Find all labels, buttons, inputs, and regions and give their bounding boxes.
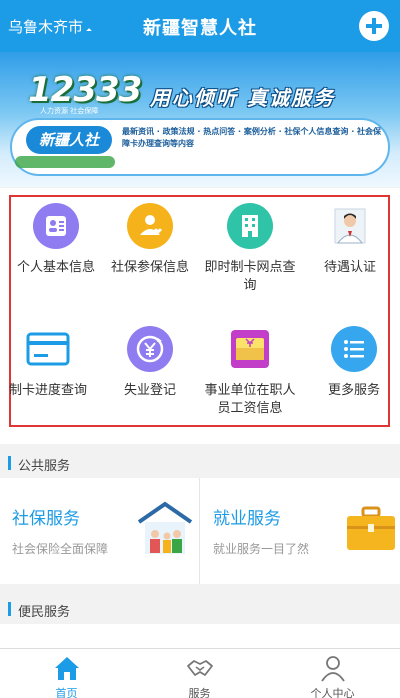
grid-label-insurance-info: 社保参保信息: [110, 260, 189, 275]
grid-item-more-services[interactable]: 更多服务: [304, 326, 400, 400]
grid-item-benefit-auth[interactable]: 待遇认证: [300, 203, 400, 277]
service-name-social: 社保服务: [12, 509, 80, 529]
hotline-logo: 12333 人力资源 社会保障: [28, 70, 142, 115]
building-icon: [227, 203, 273, 249]
service-subtitle-social: 社会保险全面保障: [12, 542, 109, 556]
grid-item-salary-info[interactable]: 事业单位在职人员工资信息: [200, 326, 300, 418]
tab-personal-center[interactable]: 个人中心: [266, 649, 400, 698]
user-icon: [321, 656, 345, 682]
handshake-icon: [186, 660, 213, 676]
convenience-list: [0, 624, 400, 650]
grid-label-card-progress: 制卡进度查询: [8, 383, 87, 398]
convenience-services-header: 便民服务: [0, 594, 400, 624]
service-name-employment: 就业服务: [213, 509, 281, 529]
social-insurance-card[interactable]: 社保服务 社会保险全面保障: [0, 478, 199, 584]
tab-label-personal-center: 个人中心: [310, 687, 355, 698]
service-divider: [199, 478, 200, 584]
grid-label-more-services: 更多服务: [327, 383, 380, 398]
grid-item-card-outlets[interactable]: 即时制卡网点查询: [200, 203, 300, 295]
hotline-number: 12333: [28, 70, 142, 110]
banner-swoosh: [15, 156, 115, 168]
briefcase-icon: [347, 506, 395, 550]
home-icon: [54, 657, 79, 680]
yuan-refresh-icon: [127, 326, 173, 372]
page-title: 新疆智慧人社: [143, 18, 257, 39]
employment-card[interactable]: 就业服务 就业服务一目了然: [201, 478, 400, 584]
section-accent-bar: [8, 456, 11, 470]
section-title-public: 公共服务: [18, 459, 71, 474]
section-title-convenience: 便民服务: [18, 605, 71, 620]
face-photo-icon: [327, 203, 373, 249]
grid-item-unemployment[interactable]: 失业登记: [100, 326, 200, 400]
plus-circle-icon[interactable]: [359, 11, 389, 41]
grid-label-benefit-auth: 待遇认证: [323, 260, 376, 275]
grid-label-card-outlets: 即时制卡网点查询: [204, 260, 296, 293]
tab-label-services: 服务: [188, 687, 211, 698]
service-cards: 社保服务 社会保险全面保障 就业服务 就业服务一目了然: [0, 478, 400, 584]
public-services-header: 公共服务: [0, 448, 400, 478]
tab-services[interactable]: 服务: [133, 649, 266, 698]
banner-description: 最新资讯 · 政策法规 · 热点问答 · 案例分析 · 社保个人信息查询 · 社…: [122, 127, 382, 148]
grid-item-personal-info[interactable]: 个人基本信息: [6, 203, 106, 277]
section-accent-bar: [8, 602, 11, 616]
grid-label-personal-info: 个人基本信息: [16, 260, 95, 275]
grid-label-unemployment: 失业登记: [123, 383, 176, 398]
person-heart-icon: [127, 203, 173, 249]
banner-brand: 新疆人社: [26, 126, 112, 154]
card-icon: [25, 326, 71, 372]
id-card-icon: [33, 203, 79, 249]
grid-item-insurance-info[interactable]: 社保参保信息: [100, 203, 200, 277]
hotline-subtitle: 人力资源 社会保障: [40, 107, 99, 115]
grid-label-salary-info: 事业单位在职人员工资信息: [204, 383, 296, 416]
tab-label-home: 首页: [55, 687, 78, 698]
service-subtitle-employment: 就业服务一目了然: [213, 542, 310, 556]
family-house-icon: [137, 501, 193, 554]
wallet-icon: [227, 326, 273, 372]
promo-banner[interactable]: 12333 人力资源 社会保障 用心倾听 真诚服务 新疆人社 最新资讯 · 政策…: [0, 52, 400, 187]
banner-slogan: 用心倾听 真诚服务: [150, 86, 335, 110]
tab-home[interactable]: 首页: [0, 649, 133, 698]
top-bar: 乌鲁木齐市 新疆智慧人社: [0, 0, 400, 52]
grid-item-card-progress[interactable]: 制卡进度查询: [0, 326, 98, 400]
list-icon: [331, 326, 377, 372]
bottom-tab-bar: 首页 服务 个人中心: [0, 648, 400, 698]
